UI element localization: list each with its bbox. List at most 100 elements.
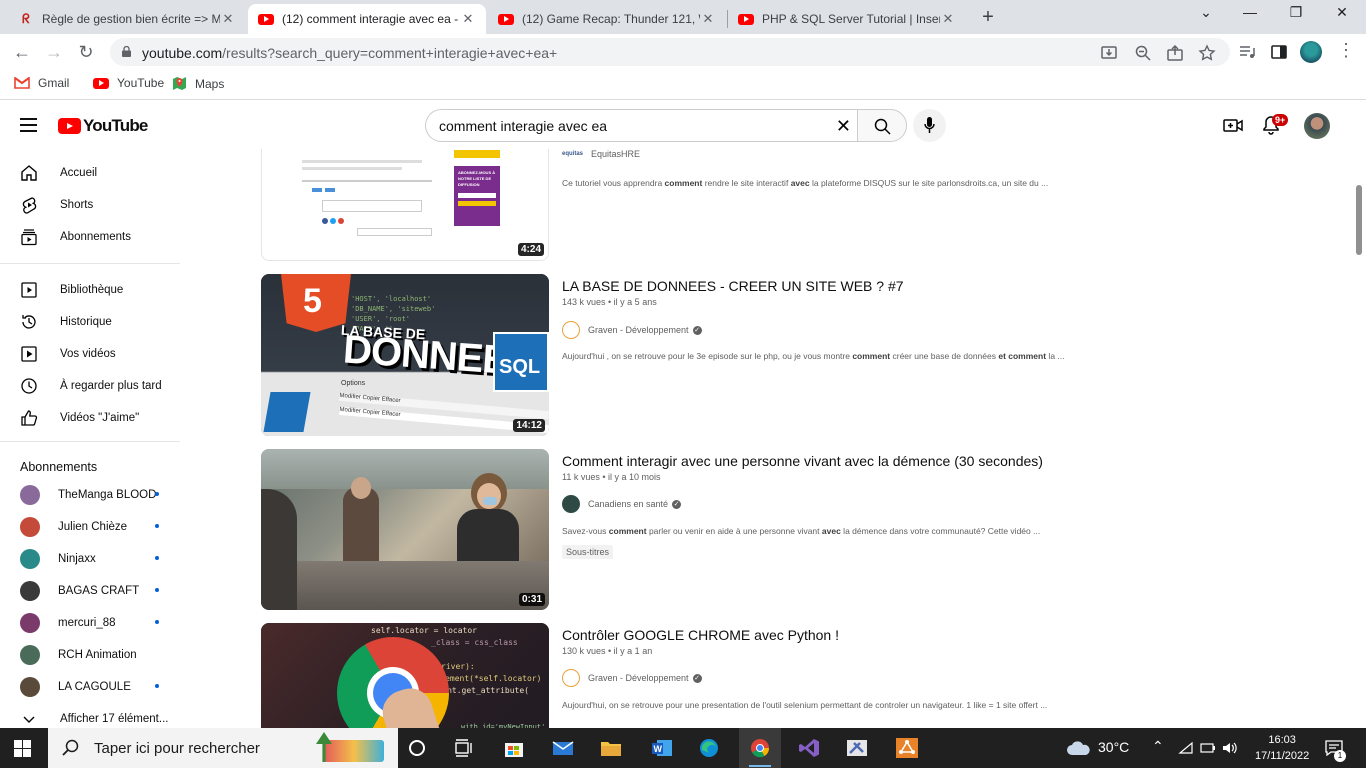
close-tab-icon[interactable]: ✕ xyxy=(700,11,716,27)
side-panel-icon[interactable] xyxy=(1270,43,1288,61)
youtube-logo[interactable]: YouTube xyxy=(58,116,148,136)
profile-avatar[interactable] xyxy=(1300,41,1322,63)
channel-link[interactable]: Graven - Développement ✓ xyxy=(562,669,702,687)
channel-avatar xyxy=(20,485,40,505)
bookmark-maps[interactable]: Maps xyxy=(172,76,224,91)
zoom-icon[interactable] xyxy=(1134,44,1152,62)
search-button[interactable] xyxy=(857,109,907,142)
voice-search-button[interactable] xyxy=(913,109,946,142)
file-explorer-icon[interactable] xyxy=(600,738,622,758)
sql-logo-text: SQL xyxy=(499,356,541,378)
sidebar-subscription[interactable]: TheManga BLOOD xyxy=(10,479,210,511)
sidebar-item-watch-later[interactable]: À regarder plus tard xyxy=(10,370,210,402)
wifi-icon[interactable] xyxy=(1178,741,1194,755)
search-input[interactable]: comment interagie avec ea ✕ xyxy=(425,109,857,142)
chrome-menu-icon[interactable]: ⋮ xyxy=(1336,40,1356,64)
media-queue-icon[interactable] xyxy=(1238,43,1256,61)
maximize-button[interactable]: ❐ xyxy=(1284,4,1308,26)
video-title[interactable]: LA BASE DE DONNEES - CREER UN SITE WEB ?… xyxy=(562,278,904,294)
channel-link[interactable]: Graven - Développement ✓ xyxy=(562,321,702,339)
task-view-icon[interactable] xyxy=(452,738,474,758)
sidebar-subscription[interactable]: Julien Chièze xyxy=(10,511,210,543)
tools-icon[interactable] xyxy=(846,738,868,758)
word-icon[interactable]: W xyxy=(651,738,673,758)
youtube-icon xyxy=(258,13,274,25)
network-app-icon[interactable] xyxy=(896,738,918,758)
weather-temperature[interactable]: 30°C xyxy=(1098,739,1129,755)
windows-start-icon[interactable] xyxy=(14,740,31,757)
your-videos-icon xyxy=(21,346,37,362)
page-scrollbar[interactable] xyxy=(1356,185,1362,255)
tab-search-chevron-icon[interactable]: ⌄ xyxy=(1194,4,1218,26)
channel-logo-icon: equitas xyxy=(562,151,584,157)
youtube-header: YouTube comment interagie avec ea ✕ 9+ xyxy=(0,101,1366,149)
video-thumbnail[interactable]: ABONNEZ-MOUS À NOTRE LISTE DE DIFFUSION … xyxy=(261,149,549,261)
forward-button[interactable]: → xyxy=(42,40,66,64)
install-app-icon[interactable] xyxy=(1100,44,1118,62)
video-thumbnail[interactable]: 0:31 xyxy=(261,449,549,610)
video-thumbnail[interactable]: self.locator = locator _class = css_clas… xyxy=(261,623,549,728)
channel-name: BAGAS CRAFT xyxy=(58,585,140,597)
youtube-play-icon xyxy=(58,118,81,134)
browser-tab-active[interactable]: (12) comment interagie avec ea - Yo ✕ xyxy=(248,4,486,34)
edge-icon[interactable] xyxy=(698,738,720,758)
channel-name: EquitasHRE xyxy=(591,149,641,159)
sidebar-subscription[interactable]: mercuri_88 xyxy=(10,607,210,639)
bookmark-gmail[interactable]: Gmail xyxy=(14,76,69,90)
clear-search-icon[interactable]: ✕ xyxy=(836,117,851,135)
sidebar-subscription[interactable]: LA CAGOULE xyxy=(10,671,210,703)
close-window-button[interactable]: ✕ xyxy=(1330,4,1354,26)
video-thumbnail[interactable]: 5 'HOST', 'localhost' 'DB_NAME', 'siteweb… xyxy=(261,274,549,436)
chrome-icon[interactable] xyxy=(749,738,771,758)
cortana-icon[interactable] xyxy=(406,738,428,758)
channel-link[interactable]: equitas EquitasHRE xyxy=(562,149,640,159)
minimize-button[interactable]: — xyxy=(1238,4,1262,26)
browser-tab[interactable]: PHP & SQL Server Tutorial | Insert ✕ xyxy=(728,4,966,34)
tray-chevron-up-icon[interactable]: ⌃ xyxy=(1152,738,1164,755)
volume-icon[interactable] xyxy=(1222,741,1238,755)
lock-icon[interactable] xyxy=(122,46,131,57)
taskbar-clock[interactable]: 16:03 17/11/2022 xyxy=(1255,732,1309,764)
sidebar-item-library[interactable]: Bibliothèque xyxy=(10,274,210,306)
account-avatar[interactable] xyxy=(1304,113,1330,139)
sidebar-item-liked[interactable]: Vidéos "J'aime" xyxy=(10,402,210,434)
browser-tab[interactable]: ᖇ Règle de gestion bien écrite => Me ✕ xyxy=(8,4,246,34)
close-tab-icon[interactable]: ✕ xyxy=(940,11,956,27)
chevron-down-icon xyxy=(23,716,35,723)
close-tab-icon[interactable]: ✕ xyxy=(220,11,236,27)
weather-cloud-icon[interactable] xyxy=(1066,740,1092,756)
sidebar-item-your-videos[interactable]: Vos vidéos xyxy=(10,338,210,370)
sidebar-item-subscriptions[interactable]: Abonnements xyxy=(10,221,210,253)
bookmark-youtube[interactable]: YouTube xyxy=(85,76,164,90)
mail-icon[interactable] xyxy=(552,738,574,758)
share-icon[interactable] xyxy=(1166,44,1184,62)
thumbnail-card-text: ABONNEZ-MOUS À NOTRE LISTE DE DIFFUSION xyxy=(458,170,496,187)
reload-button[interactable]: ↻ xyxy=(74,40,98,64)
show-more-subscriptions[interactable]: Afficher 17 élément... xyxy=(10,703,210,728)
sidebar-item-history[interactable]: Historique xyxy=(10,306,210,338)
bookmark-star-icon[interactable] xyxy=(1198,44,1216,62)
create-video-icon[interactable] xyxy=(1223,115,1243,135)
video-title[interactable]: Contrôler GOOGLE CHROME avec Python ! xyxy=(562,627,839,643)
menu-hamburger-icon[interactable] xyxy=(20,118,37,132)
sidebar-subscription[interactable]: Ninjaxx xyxy=(10,543,210,575)
back-button[interactable]: ← xyxy=(10,40,34,64)
channel-link[interactable]: Canadiens en santé ✓ xyxy=(562,495,682,513)
address-bar[interactable]: youtube.com/results?search_query=comment… xyxy=(110,38,1230,66)
close-tab-icon[interactable]: ✕ xyxy=(460,11,476,27)
microsoft-store-icon[interactable] xyxy=(503,738,525,758)
sidebar-subscription[interactable]: RCH Animation xyxy=(10,639,210,671)
sidebar-subscription[interactable]: BAGAS CRAFT xyxy=(10,575,210,607)
new-tab-button[interactable]: + xyxy=(976,6,1000,30)
browser-tab[interactable]: (12) Game Recap: Thunder 121, Wa ✕ xyxy=(488,4,726,34)
thumbnail-mask xyxy=(483,497,497,505)
taskbar-search-input[interactable]: Taper ici pour rechercher xyxy=(48,728,398,768)
sidebar-item-shorts[interactable]: Shorts xyxy=(10,189,210,221)
gmail-icon xyxy=(14,77,30,89)
tab-title: (12) Game Recap: Thunder 121, Wa xyxy=(522,12,700,26)
sidebar-item-home[interactable]: Accueil xyxy=(10,157,210,189)
channel-name: Canadiens en santé xyxy=(588,499,669,509)
battery-icon[interactable] xyxy=(1200,741,1216,755)
visual-studio-icon[interactable] xyxy=(798,738,820,758)
video-title[interactable]: Comment interagir avec une personne viva… xyxy=(562,453,1043,469)
